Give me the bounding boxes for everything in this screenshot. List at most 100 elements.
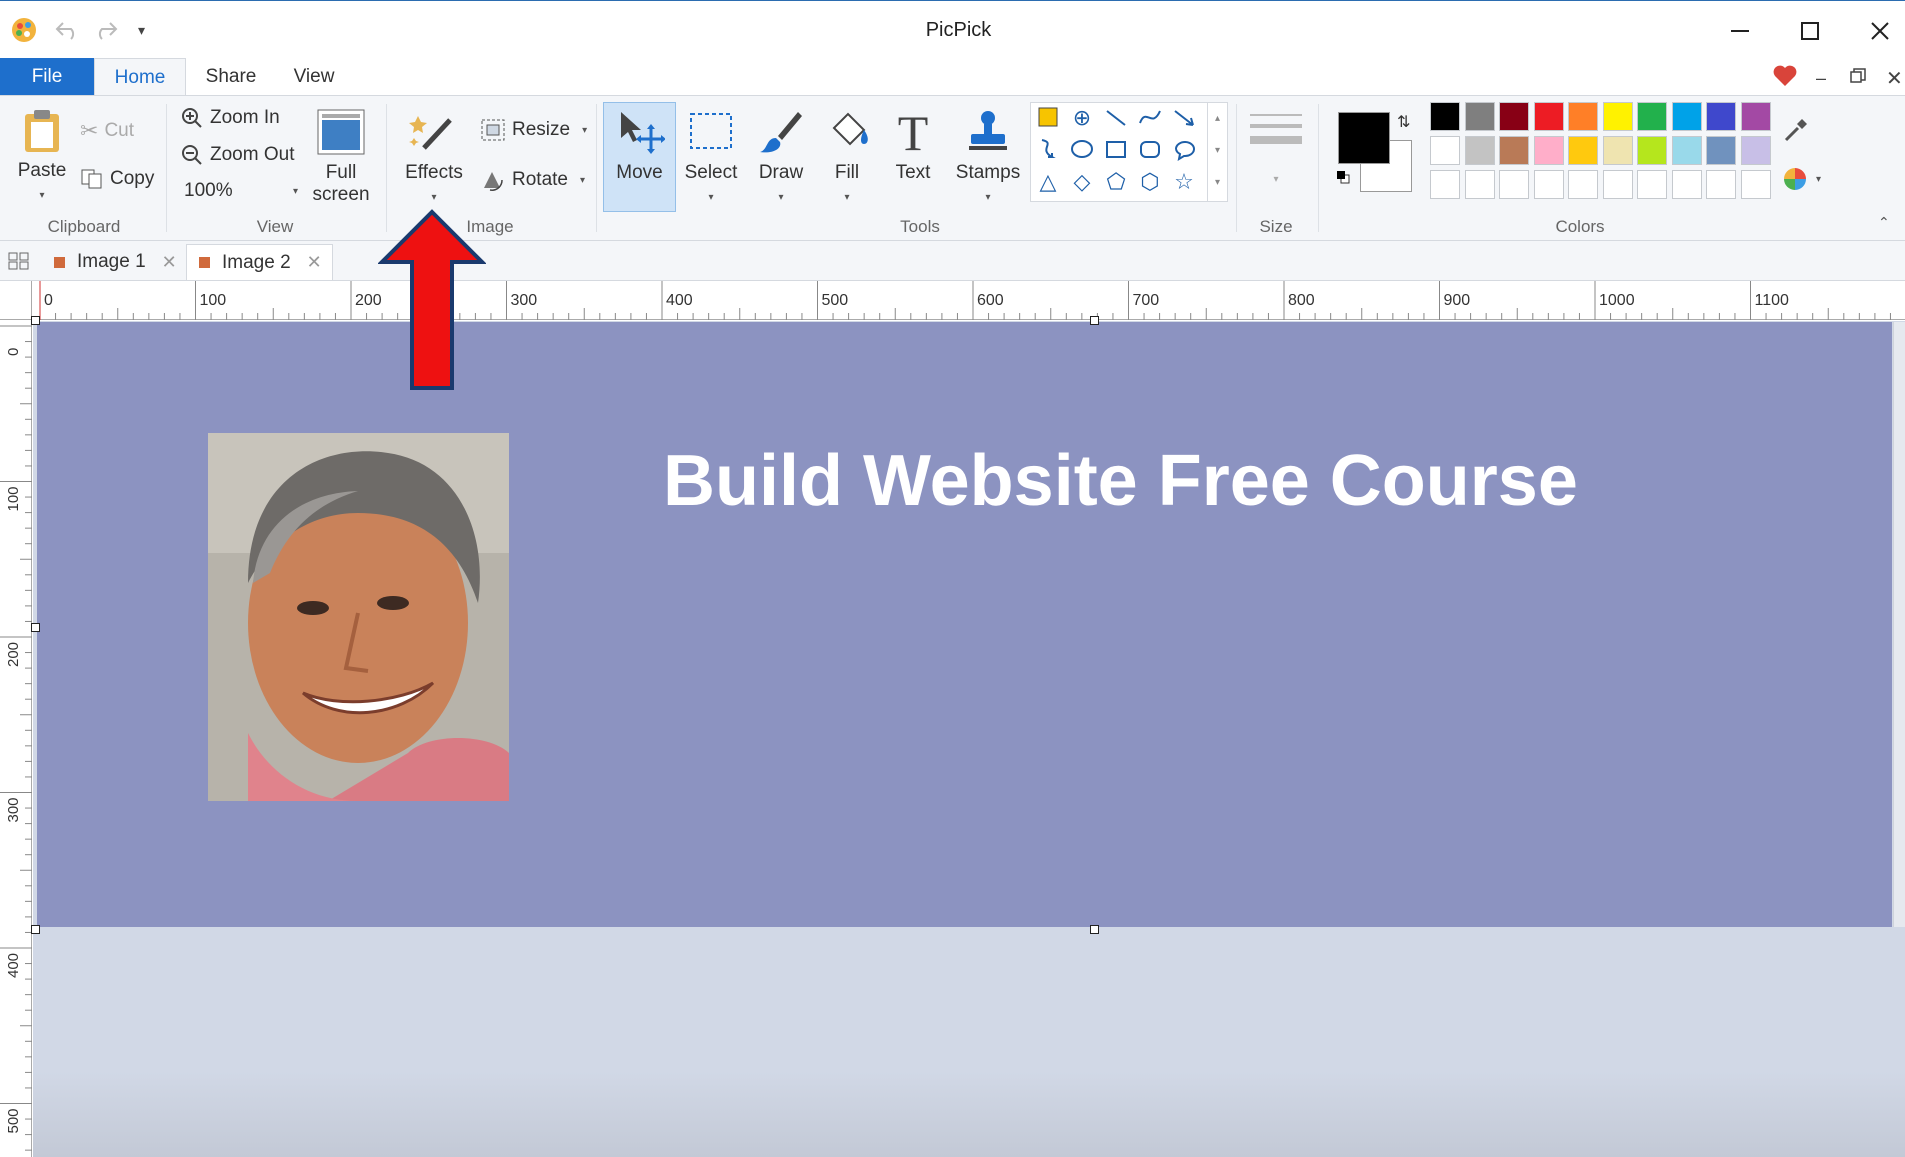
tab-home[interactable]: Home (94, 58, 186, 97)
color-swatch[interactable] (1602, 170, 1633, 199)
color-swatch[interactable] (1602, 136, 1633, 165)
color-swatch[interactable] (1671, 102, 1702, 131)
menu-file[interactable]: File (0, 58, 94, 96)
rounded-rectangle-shape-icon[interactable] (1133, 137, 1167, 167)
gallery-more-icon[interactable]: ▾ (1208, 167, 1227, 199)
resize-button[interactable]: Resize ▾ (480, 118, 587, 142)
rectangle-select-shape-icon[interactable] (1031, 105, 1065, 135)
rotate-button[interactable]: Rotate ▾ (480, 168, 585, 192)
color-swatch[interactable] (1740, 170, 1771, 199)
rectangle-shape-icon[interactable] (1099, 137, 1133, 167)
collapse-ribbon-icon[interactable]: ⌃ (1878, 214, 1890, 231)
swap-colors-icon[interactable]: ⇅ (1397, 112, 1410, 132)
zoom-out-button[interactable]: Zoom Out (180, 143, 294, 167)
minimize-button[interactable] (1710, 11, 1770, 51)
ribbon-restore-icon[interactable] (1850, 68, 1866, 89)
draw-tool-button[interactable]: Draw ▾ (750, 108, 812, 206)
star-shape-icon[interactable]: ☆ (1167, 169, 1201, 195)
resize-handle[interactable] (31, 925, 40, 934)
color-swatch[interactable] (1430, 102, 1460, 131)
color-swatch[interactable] (1637, 102, 1667, 131)
color-swatch[interactable] (1568, 136, 1598, 165)
paste-button[interactable]: Paste ▾ (14, 108, 70, 204)
select-tool-button[interactable]: Select ▾ (680, 108, 742, 206)
doc-tab-image-1[interactable]: Image 1 ✕ (54, 244, 177, 280)
effects-button[interactable]: Effects ▾ (400, 108, 468, 206)
ruler-label: 900 (1444, 292, 1471, 309)
color-swatch[interactable] (1706, 170, 1736, 199)
tab-overview-icon[interactable] (8, 252, 30, 275)
resize-handle[interactable] (31, 623, 40, 632)
line-size-button[interactable]: ▾ (1250, 114, 1302, 185)
color-swatch[interactable] (1499, 102, 1529, 131)
color-swatch[interactable] (1568, 102, 1598, 131)
color-picker-icon[interactable] (1782, 116, 1810, 149)
ribbon-close-icon[interactable]: ✕ (1886, 66, 1903, 91)
maximize-button[interactable] (1780, 11, 1840, 51)
freeform-arrow-shape-icon[interactable] (1031, 137, 1065, 167)
horizontal-ruler[interactable]: 0 100 200 300 400 500 600 700 800 900 1000 1100 (32, 281, 1905, 320)
color-swatch[interactable] (1464, 170, 1495, 199)
color-swatch[interactable] (1533, 170, 1564, 199)
color-swatch[interactable] (1499, 170, 1529, 199)
color-swatch[interactable] (1740, 102, 1771, 131)
color-swatch[interactable] (1464, 102, 1495, 131)
text-tool-button[interactable]: T Text (884, 105, 942, 184)
color-swatch[interactable] (1637, 136, 1667, 165)
resize-handle[interactable] (1090, 316, 1099, 325)
scroll-up-icon[interactable]: ▴ (1208, 103, 1227, 135)
line-shape-icon[interactable] (1099, 105, 1133, 135)
resize-handle[interactable] (31, 316, 40, 325)
color-swatch[interactable] (1533, 102, 1564, 131)
stamps-tool-button[interactable]: Stamps ▾ (950, 108, 1026, 206)
shapes-gallery-scroll[interactable]: ▴ ▾ ▾ (1207, 103, 1227, 201)
ribbon-separator (596, 104, 597, 232)
color-swatch[interactable] (1706, 136, 1736, 165)
ribbon-minimize-icon[interactable]: – (1816, 68, 1826, 89)
primary-color[interactable] (1338, 112, 1390, 164)
cut-button[interactable]: ✂ Cut (80, 118, 134, 144)
color-swatch[interactable] (1637, 170, 1667, 199)
color-swatch[interactable] (1671, 170, 1702, 199)
color-swatch[interactable] (1740, 136, 1771, 165)
triangle-shape-icon[interactable]: △ (1031, 169, 1065, 195)
reset-colors-icon[interactable] (1336, 170, 1350, 184)
move-tool-button[interactable]: Move (603, 108, 676, 184)
tab-share[interactable]: Share (196, 58, 266, 96)
full-screen-button[interactable]: Full screen (310, 108, 372, 206)
curve-shape-icon[interactable] (1133, 105, 1167, 135)
zoom-level-select[interactable]: 100% ▾ (184, 180, 298, 202)
callout-shape-icon[interactable] (1167, 137, 1201, 167)
zoom-in-button[interactable]: Zoom In (180, 106, 280, 130)
diamond-shape-icon[interactable]: ◇ (1065, 169, 1099, 195)
tab-view[interactable]: View (283, 58, 345, 96)
color-swatch[interactable] (1706, 102, 1736, 131)
effects-dropdown-icon: ▾ (431, 192, 437, 203)
vertical-scrollbar[interactable] (1893, 322, 1905, 927)
color-swatch[interactable] (1568, 170, 1598, 199)
scroll-down-icon[interactable]: ▾ (1208, 135, 1227, 167)
close-tab-icon[interactable]: ✕ (162, 252, 177, 273)
pentagon-shape-icon[interactable]: ⬠ (1099, 169, 1133, 195)
color-swatch[interactable] (1602, 102, 1633, 131)
color-swatch[interactable] (1671, 136, 1702, 165)
color-swatch[interactable] (1430, 136, 1460, 165)
vertical-ruler[interactable]: 0 100 200 300 400 500 (0, 320, 32, 1157)
arrow-shape-icon[interactable] (1167, 105, 1201, 135)
doc-tab-image-2[interactable]: Image 2 ✕ (186, 244, 333, 280)
resize-handle[interactable] (1090, 925, 1099, 934)
ribbon: Paste ▾ ✂ Cut Copy Clipboard Zoom In Zoo… (0, 95, 1905, 241)
close-tab-icon[interactable]: ✕ (307, 252, 322, 273)
color-swatch[interactable] (1430, 170, 1460, 199)
heart-icon[interactable] (1772, 64, 1798, 93)
plus-circle-shape-icon[interactable]: ⊕ (1065, 105, 1099, 131)
close-button[interactable] (1850, 11, 1905, 51)
hexagon-shape-icon[interactable]: ⬡ (1133, 169, 1167, 195)
copy-button[interactable]: Copy (80, 168, 154, 190)
fill-tool-button[interactable]: Fill ▾ (818, 108, 876, 206)
color-swatch[interactable] (1533, 136, 1564, 165)
color-swatch[interactable] (1464, 136, 1495, 165)
more-colors-button[interactable]: ▾ (1782, 166, 1821, 192)
ellipse-shape-icon[interactable] (1065, 137, 1099, 167)
color-swatch[interactable] (1499, 136, 1529, 165)
